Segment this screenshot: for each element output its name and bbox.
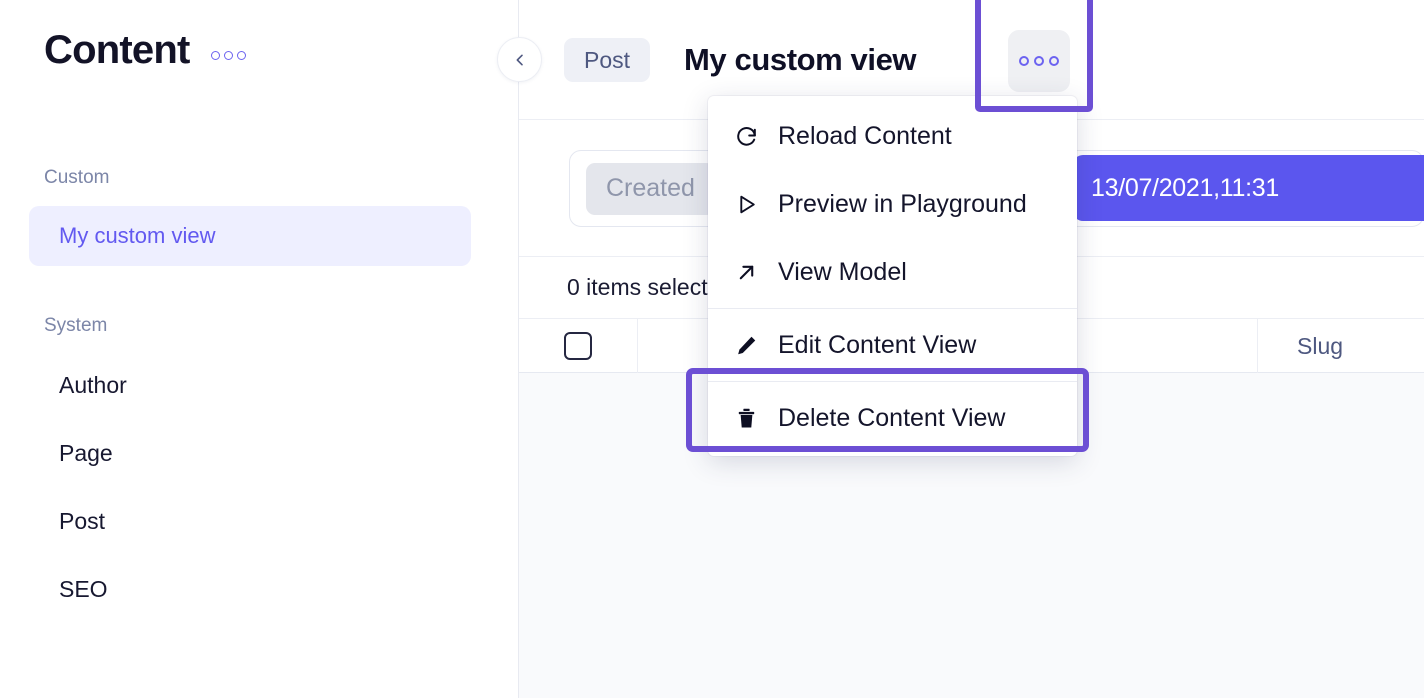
table-header-slug[interactable]: Slug	[1258, 319, 1424, 373]
dot	[224, 50, 234, 60]
app-root: Content Custom My custom view System Aut…	[0, 0, 1424, 698]
menu-item-view-model[interactable]: View Model	[708, 238, 1077, 306]
sidebar-item-my-custom-view[interactable]: My custom view	[29, 206, 471, 266]
date-range-field[interactable]: 13/07/2021,11:31	[1073, 155, 1424, 221]
calendar-icon[interactable]	[1342, 15, 1376, 54]
sidebar-group-label-custom: Custom	[44, 167, 110, 188]
model-chip-post[interactable]: Post	[564, 38, 651, 82]
dot	[1049, 56, 1059, 66]
filter-field-chip[interactable]: Created	[586, 162, 715, 215]
more-horizontal-icon	[1019, 56, 1059, 66]
sidebar-header: Content	[44, 28, 247, 72]
menu-separator	[708, 381, 1077, 382]
more-horizontal-icon[interactable]	[211, 41, 247, 60]
pencil-icon	[734, 333, 778, 358]
page-title: Content	[44, 28, 190, 72]
dot	[211, 50, 221, 60]
menu-item-delete-content-view[interactable]: Delete Content View	[708, 384, 1077, 452]
refresh-icon	[734, 124, 778, 149]
menu-item-label: Delete Content View	[778, 403, 1006, 432]
dot	[1019, 56, 1029, 66]
model-chip-label: Post	[584, 46, 631, 73]
sidebar-item-author[interactable]: Author	[59, 372, 127, 399]
dot	[237, 50, 247, 60]
menu-item-label: Reload Content	[778, 121, 952, 150]
view-title: My custom view	[684, 42, 917, 77]
date-value: 13/07/2021,11:31	[1091, 173, 1279, 202]
menu-item-label: View Model	[778, 257, 907, 286]
menu-item-preview-in-playground[interactable]: Preview in Playground	[708, 170, 1077, 238]
arrow-up-right-icon	[734, 260, 778, 285]
sidebar-group-label-system: System	[44, 315, 108, 336]
menu-item-edit-content-view[interactable]: Edit Content View	[708, 311, 1077, 379]
table-header-select[interactable]	[519, 319, 638, 373]
sidebar-item-page[interactable]: Page	[59, 440, 113, 467]
view-actions-menu: Reload Content Preview in Playground Vie…	[708, 96, 1077, 456]
trash-icon	[734, 406, 778, 431]
sidebar: Content Custom My custom view System Aut…	[0, 0, 519, 698]
sidebar-item-seo[interactable]: SEO	[59, 576, 108, 603]
menu-item-reload-content[interactable]: Reload Content	[708, 102, 1077, 170]
menu-separator	[708, 308, 1077, 309]
back-button[interactable]	[497, 37, 542, 82]
chevron-left-icon	[516, 54, 523, 65]
menu-item-label: Preview in Playground	[778, 189, 1027, 218]
menu-item-label: Edit Content View	[778, 330, 977, 359]
dot	[1034, 56, 1044, 66]
sidebar-item-label: My custom view	[59, 223, 216, 248]
sidebar-item-post[interactable]: Post	[59, 508, 105, 535]
view-actions-more-button[interactable]	[1008, 30, 1070, 92]
checkbox-icon[interactable]	[564, 332, 592, 360]
play-icon	[734, 192, 778, 217]
